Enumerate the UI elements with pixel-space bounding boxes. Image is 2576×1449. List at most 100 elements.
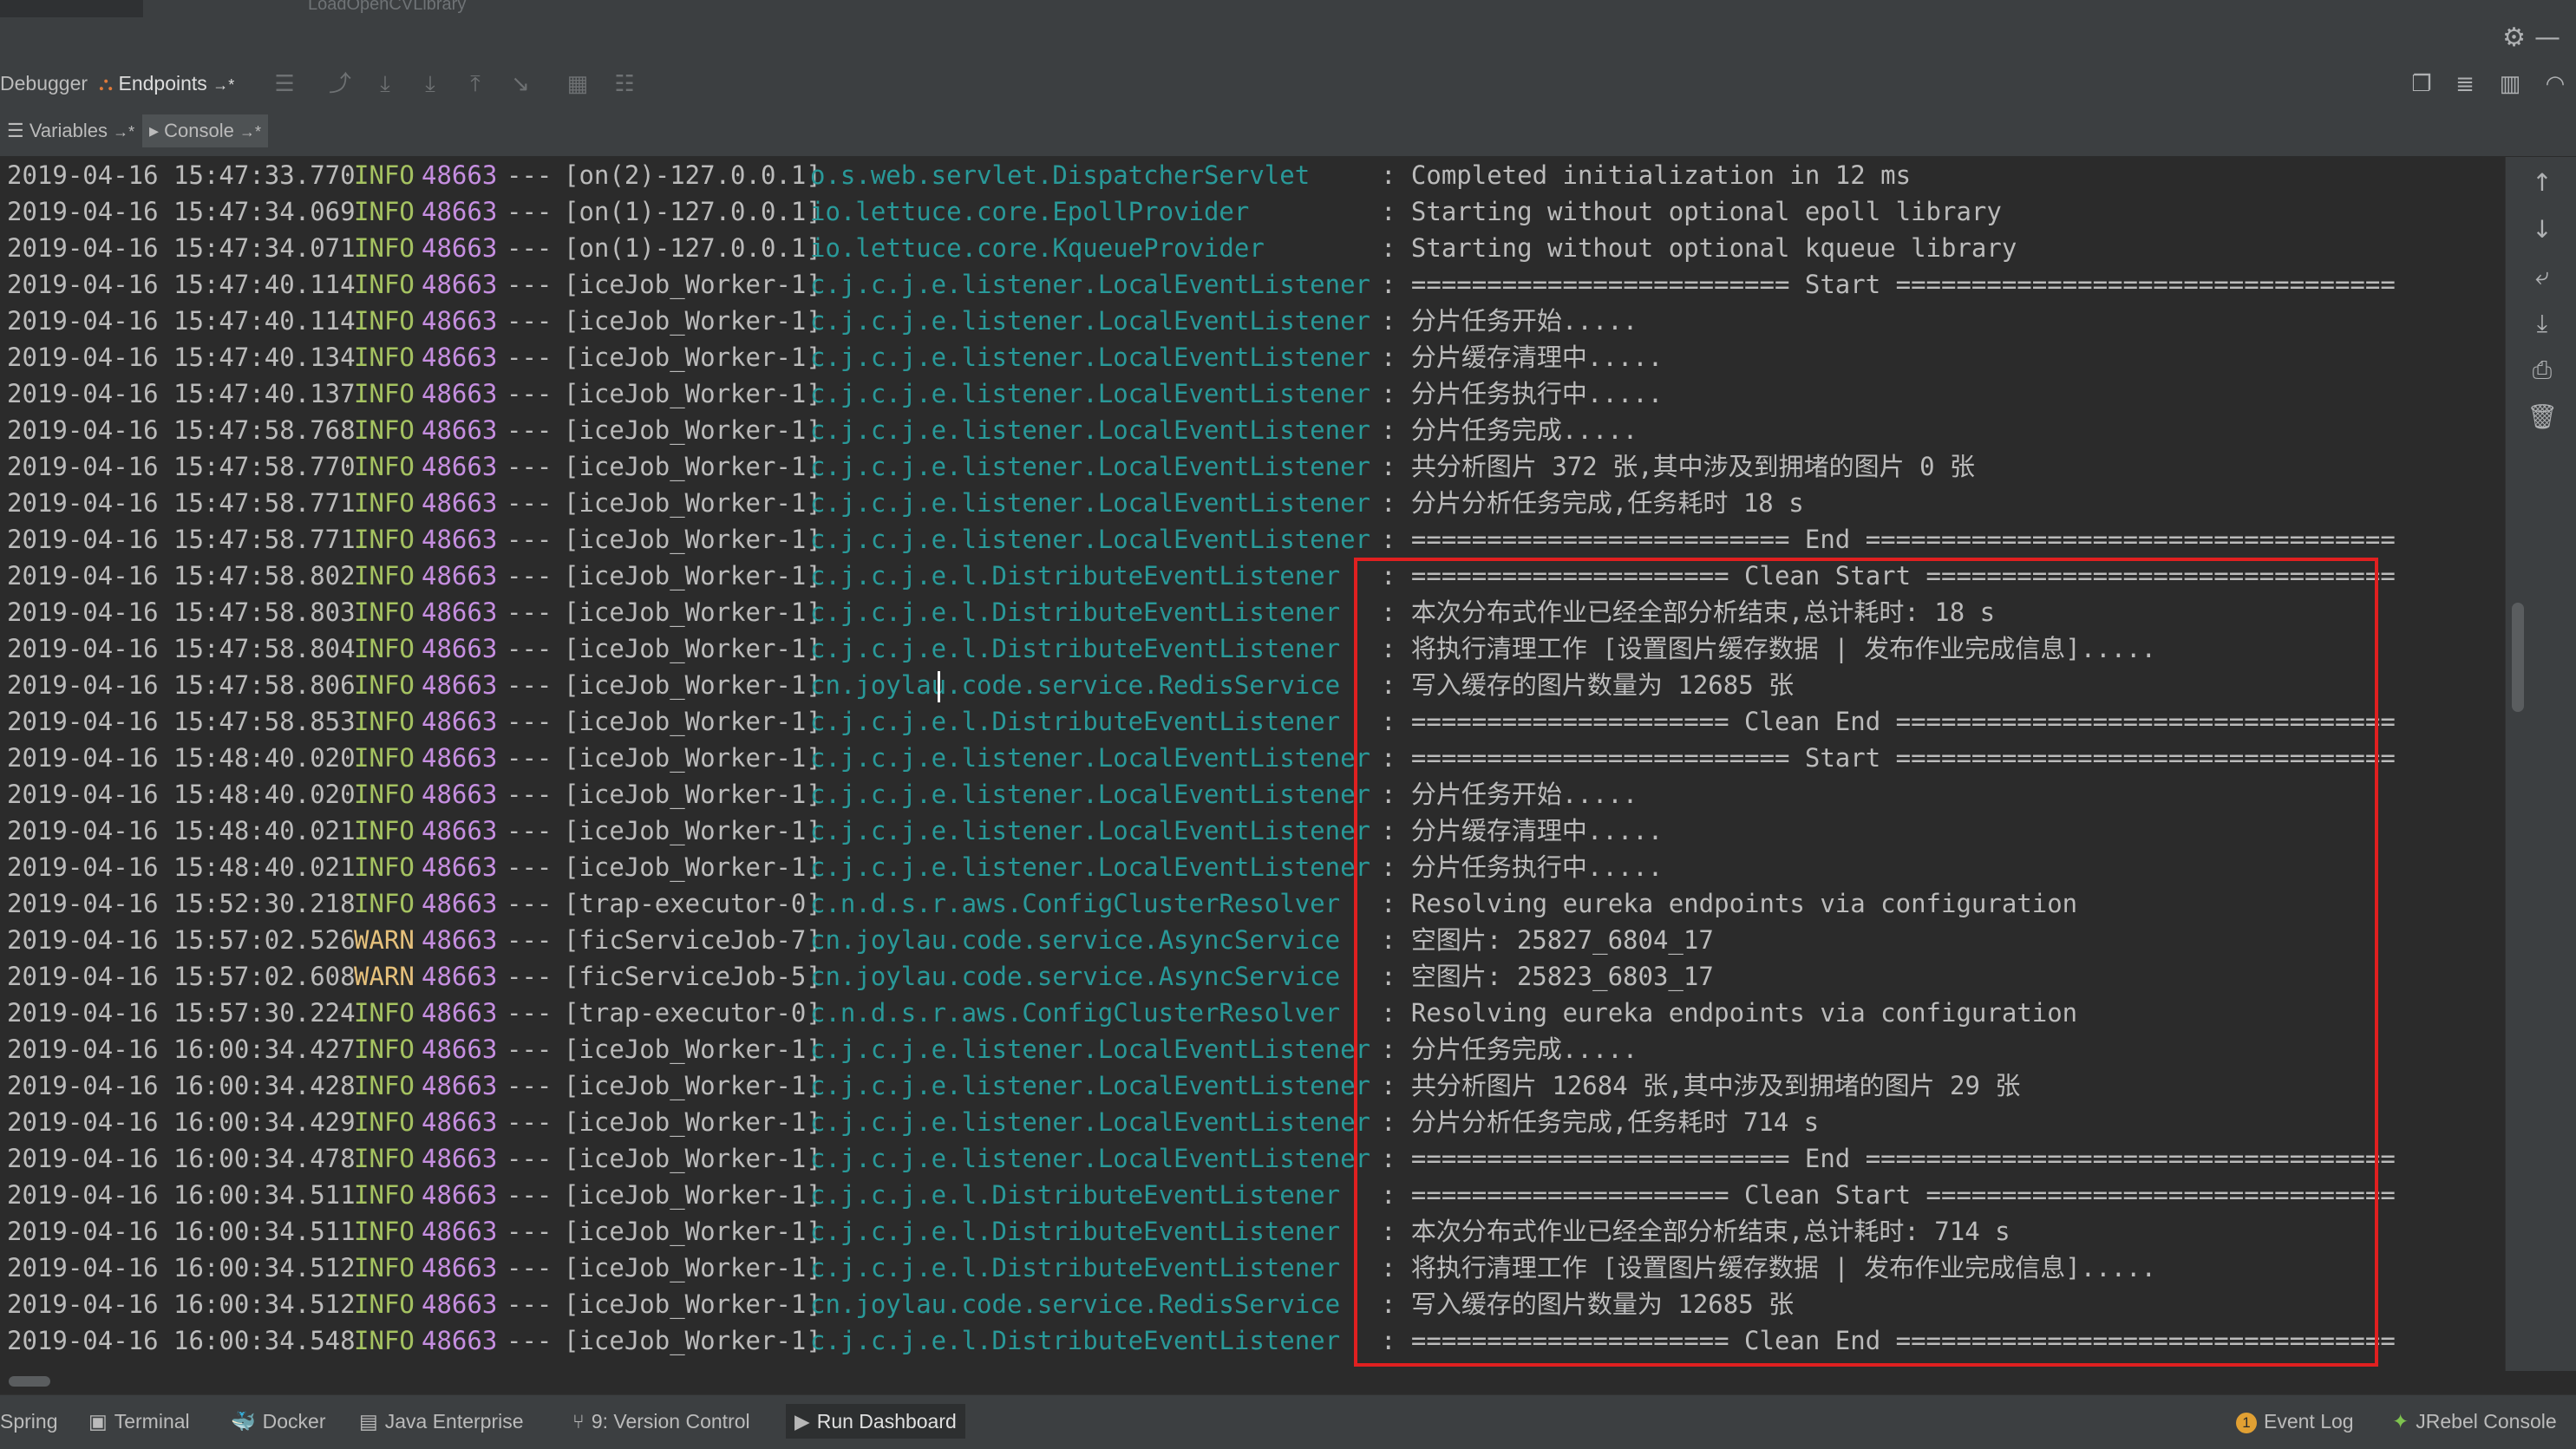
vertical-scrollbar[interactable] (2512, 603, 2524, 712)
log-logger: cn.joylau.code.service.AsyncService (810, 962, 1341, 991)
version-control-tab[interactable]: ⑂ 9: Version Control (564, 1404, 759, 1439)
log-separator: --- (507, 816, 552, 845)
debugger-toolbar: Debugger ⛬ Endpoints →* ☰ ⤴ ⤓ ⤓ ⤒ ↘ ▦ ☷ … (0, 59, 2576, 108)
arrow-up-icon[interactable]: ↑ (2525, 166, 2560, 200)
arrow-down-icon[interactable]: ↓ (2525, 212, 2560, 247)
log-message: : ===================== Clean Start ====… (1381, 561, 2396, 591)
log-thread: [ficServiceJob-7] (564, 925, 821, 955)
log-message: : ========================= End ========… (1381, 525, 2396, 554)
log-timestamp: 2019-04-16 15:48:40.020 (7, 780, 356, 809)
print-icon[interactable]: ⎙ (2525, 353, 2560, 388)
log-timestamp: 2019-04-16 15:48:40.020 (7, 743, 356, 773)
step-into-icon[interactable]: ⤓ (416, 68, 444, 99)
log-level: INFO (354, 998, 415, 1028)
frames-list-icon[interactable]: ☰ (271, 68, 298, 99)
pin-glyph[interactable]: →* (212, 76, 234, 94)
log-message: : ========================= Start ======… (1381, 270, 2396, 299)
run-to-cursor-icon[interactable]: ↘ (507, 68, 534, 99)
log-logger: c.j.c.j.e.listener.LocalEventListener (810, 488, 1371, 518)
log-timestamp: 2019-04-16 16:00:34.429 (7, 1107, 356, 1137)
event-log-tab[interactable]: 1 Event Log (2227, 1404, 2363, 1439)
jrebel-console-tab[interactable]: ✦ JRebel Console (2383, 1404, 2566, 1439)
log-logger: c.j.c.j.e.l.DistributeEventListener (810, 561, 1341, 591)
log-separator: --- (507, 780, 552, 809)
list-icon[interactable]: ≣ (2451, 68, 2479, 99)
log-timestamp: 2019-04-16 15:57:02.526 (7, 925, 356, 955)
log-level: INFO (354, 816, 415, 845)
log-timestamp: 2019-04-16 16:00:34.478 (7, 1144, 356, 1173)
log-level: INFO (354, 561, 415, 591)
version-control-icon: ⑂ (572, 1410, 585, 1433)
console-output[interactable]: 2019-04-16 15:47:33.770 INFO 48663 --- [on(2… (0, 157, 2505, 1371)
log-logger: c.n.d.s.r.aws.ConfigClusterResolver (810, 998, 1341, 1028)
columns-icon[interactable]: ▥ (2496, 68, 2524, 99)
log-logger: c.j.c.j.e.l.DistributeEventListener (810, 1326, 1341, 1355)
trace-icon[interactable]: ☷ (611, 68, 638, 99)
log-timestamp: 2019-04-16 16:00:34.548 (7, 1326, 356, 1355)
horizontal-scrollbar[interactable] (9, 1376, 50, 1387)
log-timestamp: 2019-04-16 15:47:58.806 (7, 670, 356, 700)
log-pid: 48663 (422, 816, 498, 845)
gauge-icon[interactable]: ◠ (2541, 68, 2569, 99)
log-message: : Starting without optional epoll librar… (1381, 197, 2002, 226)
log-thread: [iceJob_Worker-1] (564, 707, 821, 736)
log-separator: --- (507, 306, 552, 336)
editor-tab-stub[interactable] (0, 0, 143, 17)
log-pid: 48663 (422, 561, 498, 591)
log-separator: --- (507, 962, 552, 991)
log-logger: c.j.c.j.e.listener.LocalEventListener (810, 306, 1371, 336)
scroll-to-end-icon[interactable]: ⤓ (2525, 306, 2560, 341)
console-icon: ▸ (149, 120, 160, 141)
log-level: INFO (354, 343, 415, 372)
run-dashboard-tab[interactable]: ▶ Run Dashboard (786, 1404, 965, 1439)
log-level: INFO (354, 525, 415, 554)
event-log-icon: 1 (2236, 1412, 2257, 1433)
gear-icon[interactable]: ⚙ (2502, 23, 2526, 53)
log-pid: 48663 (422, 452, 498, 481)
log-separator: --- (507, 1217, 552, 1246)
run-configuration-name[interactable]: LoadOpenCVLibrary (308, 0, 466, 15)
log-timestamp: 2019-04-16 15:57:30.224 (7, 998, 356, 1028)
step-out-icon[interactable]: ⤒ (461, 68, 489, 99)
log-pid: 48663 (422, 889, 498, 918)
log-message: : 分片任务执行中..... (1381, 852, 1664, 882)
spring-tab[interactable]: Spring (0, 1404, 66, 1439)
restore-layout-icon[interactable]: ❐ (2408, 68, 2435, 99)
tab-variables[interactable]: ☰ Variables →* (0, 114, 141, 147)
soft-wrap-icon[interactable]: ⤶ (2525, 259, 2560, 294)
log-timestamp: 2019-04-16 15:48:40.021 (7, 852, 356, 882)
log-message: : 写入缓存的图片数量为 12685 张 (1381, 670, 1795, 700)
pin-glyph[interactable]: →* (239, 123, 261, 140)
evaluate-expression-icon[interactable]: ▦ (564, 68, 592, 99)
event-log-label: Event Log (2264, 1410, 2354, 1433)
log-message: : 将执行清理工作 [设置图片缓存数据 | 发布作业完成信息]..... (1381, 1253, 2156, 1283)
log-separator: --- (507, 1144, 552, 1173)
log-separator: --- (507, 1107, 552, 1137)
tab-console[interactable]: ▸ Console →* (142, 114, 269, 147)
pin-glyph[interactable]: →* (113, 123, 134, 140)
docker-tab[interactable]: 🐳 Docker (222, 1404, 335, 1439)
log-separator: --- (507, 707, 552, 736)
show-execution-point-icon[interactable]: ⤴ (326, 68, 354, 99)
log-thread: [iceJob_Worker-1] (564, 743, 821, 773)
log-timestamp: 2019-04-16 15:47:40.137 (7, 379, 356, 408)
log-level: INFO (354, 743, 415, 773)
log-pid: 48663 (422, 1144, 498, 1173)
log-message: : ========================= Start ======… (1381, 743, 2396, 773)
log-thread: [iceJob_Worker-1] (564, 306, 821, 336)
tab-endpoints[interactable]: ⛬ Endpoints →* (99, 68, 234, 99)
java-enterprise-tab[interactable]: ▤ Java Enterprise (350, 1404, 533, 1439)
minimize-icon[interactable]: — (2534, 23, 2560, 53)
log-separator: --- (507, 525, 552, 554)
terminal-tab[interactable]: ▣ Terminal (80, 1404, 199, 1439)
log-level: INFO (354, 452, 415, 481)
log-level: INFO (354, 1253, 415, 1283)
log-message: : 分片任务开始..... (1381, 306, 1638, 336)
trash-icon[interactable]: 🗑 (2525, 400, 2560, 434)
step-over-icon[interactable]: ⤓ (371, 68, 399, 99)
tab-debugger[interactable]: Debugger (0, 68, 88, 99)
log-message: : 共分析图片 372 张,其中涉及到拥堵的图片 0 张 (1381, 452, 1976, 481)
log-pid: 48663 (422, 1326, 498, 1355)
log-logger: c.j.c.j.e.listener.LocalEventListener (810, 743, 1371, 773)
log-message: : 共分析图片 12684 张,其中涉及到拥堵的图片 29 张 (1381, 1071, 2021, 1100)
